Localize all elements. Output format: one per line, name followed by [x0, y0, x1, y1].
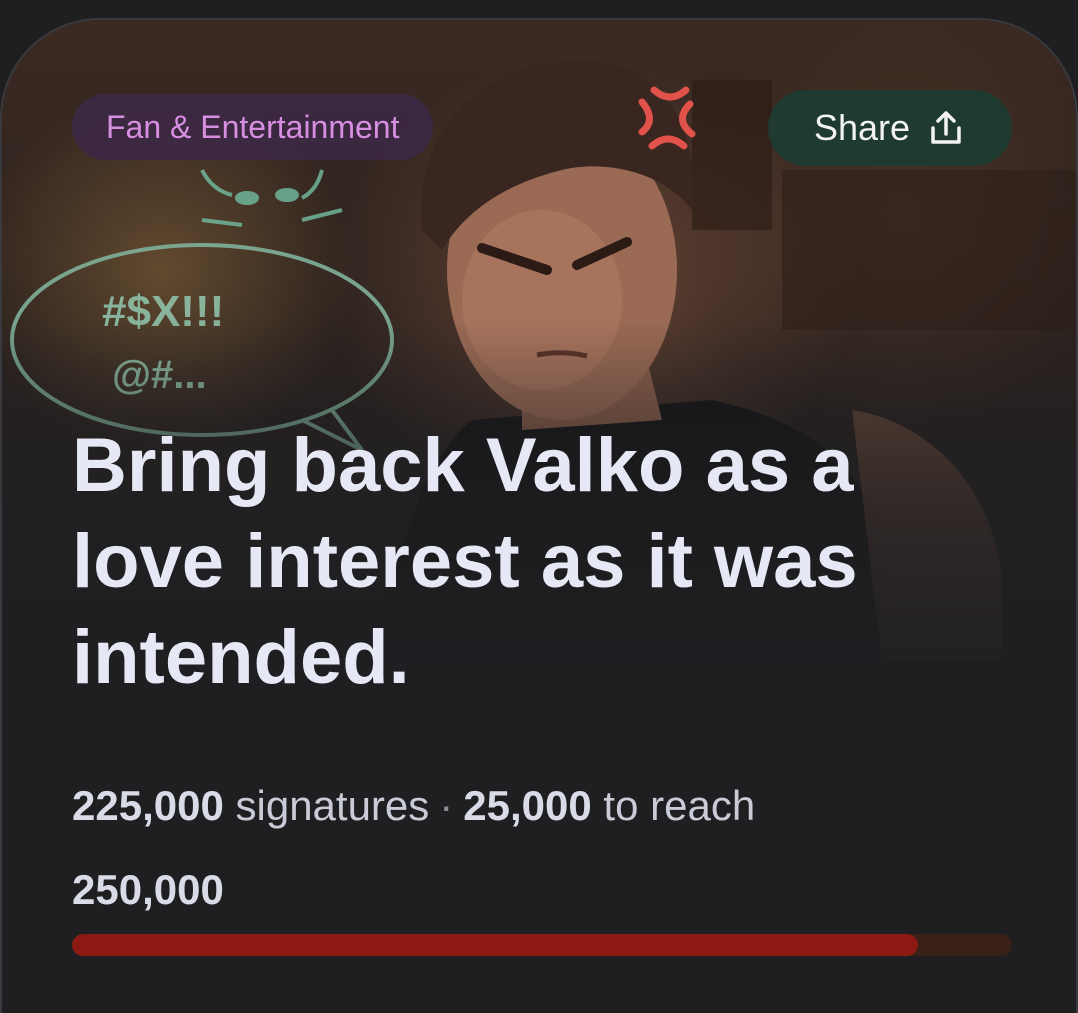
- signatures-label: signatures: [235, 782, 430, 829]
- goal-count: 250,000: [72, 866, 224, 913]
- share-button[interactable]: Share: [768, 90, 1012, 166]
- remaining-count: 25,000: [463, 782, 592, 829]
- signatures-count: 225,000: [72, 782, 224, 829]
- category-chip[interactable]: Fan & Entertainment: [72, 94, 434, 160]
- remaining-label: to reach: [603, 782, 756, 829]
- cat-doodle-icon: [200, 169, 343, 227]
- share-upload-icon: [931, 111, 961, 144]
- petition-title: Bring back Valko as a love interest as i…: [72, 423, 858, 700]
- signature-progress-fill: [72, 934, 918, 956]
- separator-dot: ·: [439, 782, 454, 829]
- category-label: Fan & Entertainment: [106, 109, 400, 145]
- signature-progress-bar: [72, 934, 1012, 956]
- petition-card[interactable]: #$X!!! @#... Fan & Entertainment Share B…: [0, 18, 1078, 1013]
- share-label: Share: [813, 107, 911, 148]
- signature-stats: 225,000 signatures · 25,000 to reach 250,0…: [72, 764, 972, 932]
